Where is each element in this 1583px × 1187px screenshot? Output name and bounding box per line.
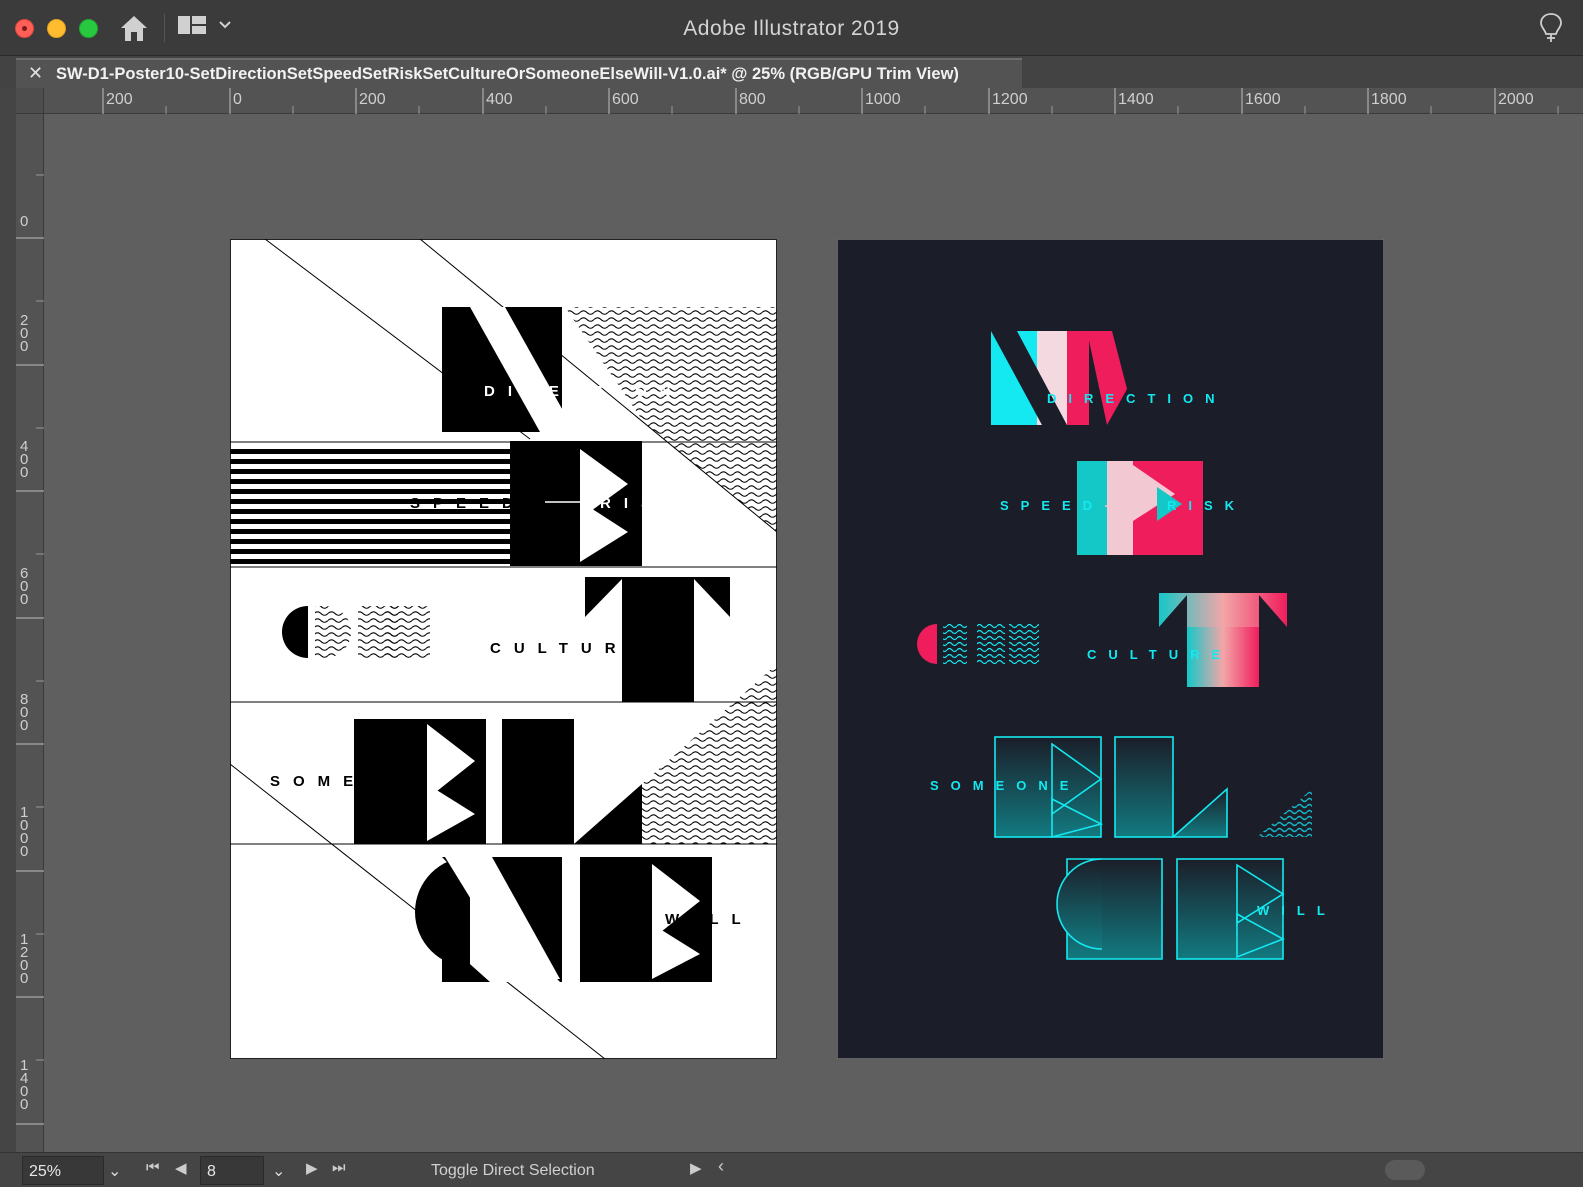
scroll-left-icon[interactable]: ‹	[718, 1156, 724, 1177]
ruler-label: 2000	[1498, 91, 1534, 108]
ruler-label: 200	[359, 91, 386, 108]
ruler-label: 400	[20, 438, 29, 481]
artboard-white-poster[interactable]: DIRECTION SPEED RISK CULTURE SOMEONE WIL…	[230, 239, 777, 1059]
ruler-label: 1600	[1245, 91, 1281, 108]
document-tab[interactable]: ✕ SW-D1-Poster10-SetDirectionSetSpeedSet…	[16, 58, 1022, 88]
ruler-label: 600	[20, 565, 29, 608]
horizontal-ruler[interactable]: 200 0 200 400 600 800 1000 1200 1400 160…	[16, 88, 1583, 114]
ruler-label: 800	[739, 91, 766, 108]
ruler-label: 1400	[20, 1057, 29, 1113]
ruler-label: 1200	[992, 91, 1028, 108]
status-tool-hint[interactable]: Toggle Direct Selection	[431, 1162, 595, 1180]
ruler-label: 200	[20, 312, 29, 355]
word-direction-dark: DIRECTION	[1047, 391, 1227, 406]
vertical-ruler[interactable]: 0 200 400 600 800 1000 1200 1400	[16, 88, 44, 1152]
letter-s-top	[442, 307, 575, 432]
next-artboard-icon[interactable]: ▶	[306, 1159, 318, 1177]
vertical-ruler-ticks	[16, 174, 44, 1125]
ruler-label: 200	[106, 91, 133, 108]
word-risk-dark: RISK	[1167, 498, 1246, 513]
ruler-label: 400	[486, 91, 513, 108]
zoom-level-field[interactable]: 25%	[22, 1156, 104, 1185]
chevron-down-icon[interactable]: ⌄	[108, 1161, 121, 1181]
ruler-label: 1200	[20, 931, 29, 987]
word-will: WILL	[665, 911, 754, 928]
word-culture: CULTURE	[490, 640, 652, 657]
ruler-label: 1000	[865, 91, 901, 108]
word-someone-dark: SOMEONE	[930, 778, 1080, 793]
status-bar: 25% ⌄ ⏮ ◀ 8 ⌄ ▶ ⏭ Toggle Direct Selectio…	[0, 1152, 1583, 1187]
word-speed-dark: SPEED	[1000, 498, 1104, 513]
ruler-label: 0	[233, 91, 242, 108]
first-artboard-icon[interactable]: ⏮	[146, 1159, 160, 1176]
document-tab-bar: ✕ SW-D1-Poster10-SetDirectionSetSpeedSet…	[0, 56, 1583, 88]
ruler-label: 1400	[1118, 91, 1154, 108]
canvas[interactable]: DIRECTION SPEED RISK CULTURE SOMEONE WIL…	[44, 115, 1583, 1152]
prev-artboard-icon[interactable]: ◀	[175, 1159, 187, 1177]
horizontal-ruler-ticks	[102, 88, 1559, 114]
ruler-label: 1800	[1371, 91, 1407, 108]
artboard-number-field[interactable]: 8	[200, 1156, 264, 1185]
document-title: SW-D1-Poster10-SetDirectionSetSpeedSetRi…	[56, 65, 959, 83]
app-title: Adobe Illustrator 2019	[683, 17, 900, 40]
ruler-label: 0	[20, 213, 29, 230]
title-bar: Adobe Illustrator 2019	[0, 0, 1583, 56]
last-artboard-icon[interactable]: ⏭	[332, 1159, 346, 1176]
word-will-dark: WILL	[1257, 903, 1337, 918]
close-icon[interactable]: ✕	[28, 63, 43, 84]
ruler-label: 800	[20, 691, 29, 734]
word-speed: SPEED	[410, 495, 526, 512]
ruler-label: 1000	[20, 804, 29, 860]
chevron-down-icon[interactable]: ⌄	[272, 1161, 285, 1181]
word-culture-dark: CULTURE	[1087, 647, 1232, 662]
word-someone: SOMEONE	[270, 773, 438, 790]
status-menu-arrow-icon[interactable]: ▶	[690, 1159, 702, 1177]
ruler-origin[interactable]	[16, 88, 44, 114]
artboard-dark-poster[interactable]: DIRECTION SPEED RISK CULTURE SOMEONE WIL…	[837, 239, 1384, 1059]
horizontal-scrollbar-thumb[interactable]	[1385, 1160, 1425, 1180]
word-risk: RISK	[600, 495, 688, 512]
glyph-dir-color	[917, 624, 1039, 664]
letter-s-glitch	[991, 331, 1127, 425]
lightbulb-icon[interactable]	[1539, 12, 1563, 44]
left-frame	[0, 88, 16, 1152]
word-direction: DIRECTION	[484, 383, 684, 400]
ruler-label: 600	[612, 91, 639, 108]
